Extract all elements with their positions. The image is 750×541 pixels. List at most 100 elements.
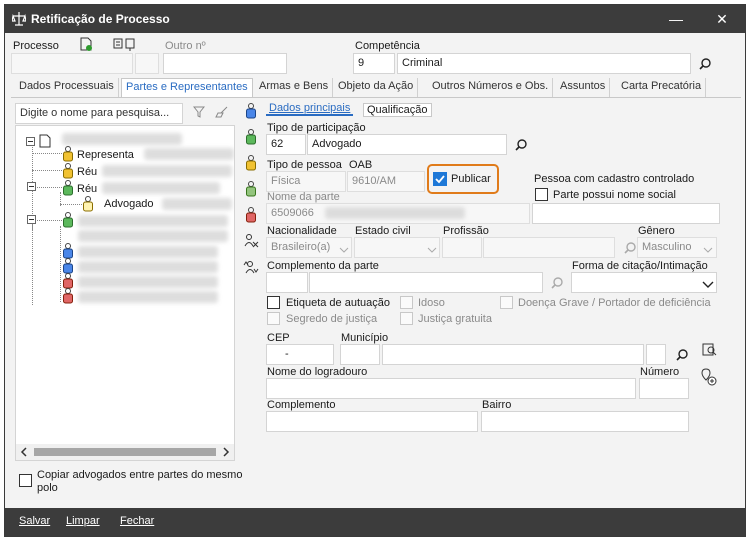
processo-links-icon[interactable] xyxy=(113,37,137,54)
tipo-participacao-search-icon[interactable] xyxy=(515,139,527,154)
tab-objeto-acao[interactable]: Objeto da Ação xyxy=(334,78,419,97)
tree-item-representante[interactable]: Representa xyxy=(77,149,134,161)
parte-search-input[interactable]: Digite o nome para pesquisa... xyxy=(15,103,183,124)
add-red-person-icon[interactable] xyxy=(245,207,257,226)
clear-brush-icon[interactable] xyxy=(215,106,229,121)
logradouro-label: Nome do logradouro xyxy=(267,366,368,378)
copiar-advogados-checkbox[interactable] xyxy=(19,474,32,487)
subtab-qualificacao[interactable]: Qualificação xyxy=(363,103,432,117)
footer-bar: Salvar Limpar Fechar xyxy=(5,508,745,536)
numero-input[interactable] xyxy=(639,378,689,399)
bairro-input[interactable] xyxy=(481,411,689,432)
tree-expand-minus-icon[interactable] xyxy=(27,182,36,194)
tipo-participacao-name-input[interactable]: Advogado xyxy=(307,134,507,155)
tipo-pessoa-label: Tipo de pessoa xyxy=(267,159,342,171)
scroll-left-icon[interactable] xyxy=(20,447,28,460)
tab-armas-bens[interactable]: Armas e Bens xyxy=(255,78,334,97)
scroll-right-icon[interactable] xyxy=(222,447,230,460)
tab-dados-processuais[interactable]: Dados Processuais xyxy=(15,78,119,97)
tab-partes-representantes[interactable]: Partes e Representantes xyxy=(121,78,253,97)
complemento-parte-name-input[interactable] xyxy=(309,272,543,293)
genero-label: Gênero xyxy=(638,225,675,237)
nome-social-checkbox[interactable] xyxy=(535,188,548,201)
outro-numero-input[interactable] xyxy=(163,53,287,74)
publicar-checkbox[interactable] xyxy=(433,172,447,186)
idoso-label: Idoso xyxy=(418,297,445,309)
oab-input[interactable]: 9610/AM xyxy=(347,171,425,192)
swap-person-icon[interactable] xyxy=(243,259,259,278)
competencia-code-input[interactable]: 9 xyxy=(353,53,395,74)
numero-label: Número xyxy=(640,366,680,378)
segredo-label: Segredo de justiça xyxy=(286,313,378,325)
justica-gratuita-checkbox[interactable] xyxy=(400,312,413,325)
tab-outros-numeros[interactable]: Outros Números e Obs. xyxy=(428,78,554,97)
close-button[interactable]: ✕ xyxy=(699,5,745,33)
tree-horizontal-scrollbar[interactable] xyxy=(16,444,234,460)
processo-input[interactable] xyxy=(11,53,133,74)
cep-search-map-icon[interactable] xyxy=(701,342,717,361)
add-blue-person-icon[interactable] xyxy=(245,103,257,122)
tipo-participacao-label: Tipo de participação xyxy=(267,122,366,134)
logradouro-input[interactable] xyxy=(266,378,636,399)
remove-person-icon[interactable] xyxy=(243,233,259,252)
tab-carta-precatoria[interactable]: Carta Precatória xyxy=(617,78,707,97)
processo-green-doc-icon[interactable] xyxy=(79,37,93,54)
tree-item-reu-2[interactable]: Réu xyxy=(77,183,97,195)
salvar-button[interactable]: Salvar xyxy=(19,515,50,527)
etiqueta-checkbox[interactable] xyxy=(267,296,280,309)
tree-item-reu-1[interactable]: Réu xyxy=(77,166,97,178)
parte-tree: Representa Réu Réu Advogado xyxy=(15,125,235,461)
complemento-input[interactable] xyxy=(266,411,478,432)
bairro-label: Bairro xyxy=(482,399,512,411)
tab-assuntos[interactable]: Assuntos xyxy=(556,78,611,97)
nacionalidade-chevron-icon xyxy=(339,244,349,256)
subtab-dados-principais[interactable]: Dados principais xyxy=(266,102,354,116)
complemento-parte-search-icon[interactable] xyxy=(551,277,563,292)
tree-item-advogado[interactable]: Advogado xyxy=(104,198,154,210)
profissao-search-icon[interactable] xyxy=(624,242,636,257)
doenca-checkbox[interactable] xyxy=(500,296,513,309)
municipio-code-input[interactable] xyxy=(340,344,380,365)
cep-input[interactable]: - xyxy=(266,344,334,365)
complemento-parte-label: Complemento da parte xyxy=(267,260,379,272)
forma-citacao-label: Forma de citação/Intimação xyxy=(572,260,708,272)
forma-citacao-select[interactable] xyxy=(571,272,717,293)
competencia-label: Competência xyxy=(355,40,420,52)
filter-icon[interactable] xyxy=(192,106,206,121)
processo-complement-input[interactable] xyxy=(135,53,159,74)
add-green-person-icon[interactable] xyxy=(245,129,257,148)
profissao-name-input[interactable] xyxy=(483,237,615,258)
idoso-checkbox[interactable] xyxy=(400,296,413,309)
municipio-name-input[interactable] xyxy=(382,344,644,365)
segredo-checkbox[interactable] xyxy=(267,312,280,325)
copiar-advogados-label: Copiar advogados entre partes do mesmo p… xyxy=(37,469,243,494)
complemento-parte-code-input[interactable] xyxy=(266,272,308,293)
tree-collapse-icon[interactable] xyxy=(26,134,54,151)
scroll-thumb[interactable] xyxy=(34,448,216,456)
tree-expand-icon-2[interactable] xyxy=(27,215,36,227)
municipio-search-icon[interactable] xyxy=(676,349,688,364)
minimize-button[interactable]: — xyxy=(653,5,699,33)
tipo-participacao-code-input[interactable]: 62 xyxy=(266,134,306,155)
municipio-uf-input[interactable] xyxy=(646,344,666,365)
profissao-label: Profissão xyxy=(443,225,489,237)
municipio-label: Município xyxy=(341,332,389,344)
nome-social-input[interactable] xyxy=(532,203,720,224)
profissao-code-input[interactable] xyxy=(442,237,482,258)
fechar-button[interactable]: Fechar xyxy=(120,515,154,527)
add-lightgreen-person-icon[interactable] xyxy=(245,181,257,200)
justica-gratuita-label: Justiça gratuita xyxy=(418,313,492,325)
complemento-label: Complemento xyxy=(267,399,336,411)
limpar-button[interactable]: Limpar xyxy=(66,515,100,527)
parte-red-person-icon-2 xyxy=(62,288,74,307)
cadastro-controlado-label: Pessoa com cadastro controlado xyxy=(534,173,695,185)
tipo-pessoa-select[interactable]: Física xyxy=(266,171,346,192)
competencia-search-icon[interactable] xyxy=(699,58,711,73)
app-scales-icon xyxy=(11,11,27,30)
add-address-icon[interactable] xyxy=(701,368,717,389)
nome-parte-label: Nome da parte xyxy=(267,191,340,203)
add-yellow-person-icon[interactable] xyxy=(245,155,257,174)
cep-label: CEP xyxy=(267,332,290,344)
retificacao-window: Retificação de Processo — ✕ Processo Out… xyxy=(4,4,746,537)
competencia-name-input[interactable]: Criminal xyxy=(397,53,691,74)
